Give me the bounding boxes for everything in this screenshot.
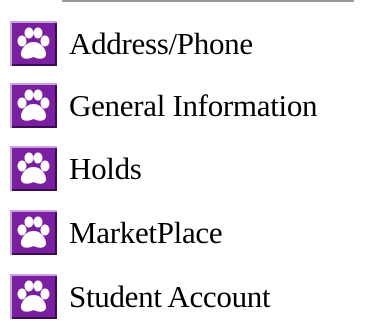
menu-item-holds[interactable]: Holds bbox=[10, 143, 365, 193]
menu-item-label: Student Account bbox=[69, 278, 271, 314]
top-divider bbox=[62, 0, 354, 2]
menu-item-student-account[interactable]: Student Account bbox=[10, 271, 365, 321]
menu-item-label: MarketPlace bbox=[69, 214, 223, 250]
menu-item-label: Holds bbox=[69, 150, 142, 186]
paw-icon bbox=[10, 273, 57, 319]
menu-item-label: General Information bbox=[69, 87, 318, 123]
paw-icon bbox=[10, 20, 57, 66]
menu-item-marketplace[interactable]: MarketPlace bbox=[10, 207, 365, 257]
menu-item-address-phone[interactable]: Address/Phone bbox=[10, 18, 365, 68]
paw-icon bbox=[10, 145, 57, 191]
paw-icon bbox=[10, 209, 57, 255]
paw-icon bbox=[10, 82, 57, 128]
menu-item-general-information[interactable]: General Information bbox=[10, 80, 365, 130]
menu-item-label: Address/Phone bbox=[69, 25, 253, 61]
